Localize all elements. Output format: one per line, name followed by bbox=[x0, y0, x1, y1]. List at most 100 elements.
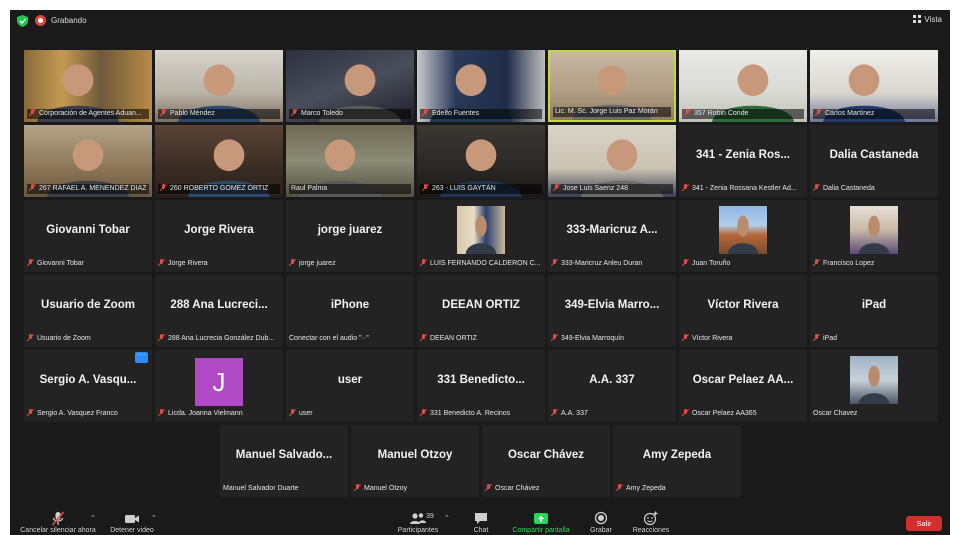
chat-button[interactable]: Chat bbox=[466, 511, 496, 534]
participant-name: 341 - Zenia Rossana Kestler Ad... bbox=[692, 185, 797, 192]
participant-name: Sergio A. Vasquez Franco bbox=[37, 410, 118, 417]
participant-tile[interactable]: jorge juarez jorge juarez bbox=[286, 200, 414, 272]
participant-tile[interactable]: 263 - LUIS GAYTÁN bbox=[417, 125, 545, 197]
smiley-plus-icon bbox=[643, 511, 658, 526]
meeting-toolbar: Cancelar silenciar ahora ⌃ Detener video… bbox=[10, 510, 950, 535]
participant-name: 357 Robin Conde bbox=[694, 110, 749, 117]
participant-tile[interactable]: Marco Toledo bbox=[286, 50, 414, 122]
reactions-button[interactable]: Reacciones bbox=[628, 511, 674, 534]
participant-name-label: Víctor Rivera bbox=[682, 334, 804, 344]
participant-name: 331 Benedicto A. Recinos bbox=[430, 410, 511, 417]
participants-label: Participantes bbox=[397, 527, 439, 534]
participant-tile[interactable]: Pablo Méndez bbox=[155, 50, 283, 122]
participant-tile[interactable]: Corporación de Agentes Aduan... bbox=[24, 50, 152, 122]
participant-tile[interactable]: Sergio A. Vasqu... ··· Sergio A. Vasquez F… bbox=[24, 350, 152, 422]
video-options-chevron-icon[interactable]: ⌃ bbox=[151, 514, 157, 522]
participant-name-label: Jorge Rivera bbox=[158, 259, 280, 269]
muted-microphone-icon bbox=[551, 409, 558, 416]
participant-display-name: iPad bbox=[861, 299, 887, 311]
audio-options-chevron-icon[interactable]: ⌃ bbox=[90, 514, 96, 522]
muted-microphone-icon bbox=[813, 184, 820, 191]
participant-tile[interactable]: user user bbox=[286, 350, 414, 422]
participant-name: Oscar Chavez bbox=[813, 410, 858, 417]
participant-name-label: 331 Benedicto A. Recinos bbox=[420, 409, 542, 419]
participant-name: A.A. 337 bbox=[561, 410, 588, 417]
participant-tile[interactable]: Amy Zepeda Amy Zepeda bbox=[613, 425, 741, 497]
participant-tile[interactable]: Manuel Otzoy Manuel Otzoy bbox=[351, 425, 479, 497]
more-options-button[interactable]: ··· bbox=[135, 351, 148, 363]
participant-tile[interactable]: iPhone Conectar con el audio "··" bbox=[286, 275, 414, 347]
participant-name: Carlos Martínez bbox=[825, 110, 875, 117]
participant-name-label: 267 RAFAEL A. MENENDEZ DIAZ bbox=[27, 184, 149, 194]
participant-tile[interactable]: A.A. 337 A.A. 337 bbox=[548, 350, 676, 422]
record-icon[interactable] bbox=[35, 15, 46, 26]
participants-button[interactable]: Participantes bbox=[390, 511, 446, 534]
participant-name: 267 RAFAEL A. MENENDEZ DIAZ bbox=[39, 185, 147, 192]
muted-microphone-icon bbox=[354, 484, 361, 491]
muted-microphone-icon bbox=[815, 109, 822, 116]
participant-name-label: Jose Luis Saenz 248 bbox=[551, 184, 673, 194]
participant-tile[interactable]: Juan Toruño bbox=[679, 200, 807, 272]
participant-tile[interactable]: Edelfo Fuentes bbox=[417, 50, 545, 122]
participant-name-label: Edelfo Fuentes bbox=[420, 109, 542, 119]
participant-tile[interactable]: J Licda. Joanna Vielmann bbox=[155, 350, 283, 422]
participant-name-label: Pablo Méndez bbox=[158, 109, 280, 119]
muted-microphone-icon bbox=[291, 109, 298, 116]
participant-tile[interactable]: Manuel Salvado... Manuel Salvador Duarte bbox=[220, 425, 348, 497]
participant-name: Jorge Rivera bbox=[168, 260, 208, 267]
participant-tile[interactable]: 333-Maricruz A... 333-Maricruz Anleu Dura… bbox=[548, 200, 676, 272]
participant-tile[interactable]: Víctor Rivera Víctor Rivera bbox=[679, 275, 807, 347]
record-circle-icon bbox=[594, 511, 608, 525]
record-button[interactable]: Grabar bbox=[586, 511, 616, 534]
participant-tile[interactable]: 349-Elvia Marro... 349-Elvia Marroquín bbox=[548, 275, 676, 347]
participant-tile[interactable]: Raul Palma bbox=[286, 125, 414, 197]
video-label: Detener video bbox=[110, 527, 154, 534]
view-button[interactable]: Vista bbox=[913, 15, 942, 24]
participant-tile[interactable]: Oscar Chávez Oscar Chávez bbox=[482, 425, 610, 497]
person-silhouette-icon bbox=[858, 215, 890, 254]
participant-name: Oscar Pelaez AA365 bbox=[692, 410, 757, 417]
muted-microphone-icon bbox=[422, 109, 429, 116]
participant-tile[interactable]: DEEAN ORTIZ DEEAN ORTIZ bbox=[417, 275, 545, 347]
participant-tile[interactable]: Giovanni Tobar Giovanni Tobar bbox=[24, 200, 152, 272]
person-silhouette-icon bbox=[727, 215, 759, 254]
participant-tile[interactable]: 267 RAFAEL A. MENENDEZ DIAZ bbox=[24, 125, 152, 197]
participant-tile[interactable]: 331 Benedicto... 331 Benedicto A. Recinos bbox=[417, 350, 545, 422]
participant-tile[interactable]: 260 ROBERTO GOMEZ ORTIZ bbox=[155, 125, 283, 197]
participant-name-label: jorge juarez bbox=[289, 259, 411, 269]
participant-display-name: Manuel Otzoy bbox=[377, 449, 453, 461]
participant-name: LUIS FERNANDO CALDERON C... bbox=[430, 260, 541, 267]
participant-display-name: Jorge Rivera bbox=[184, 224, 254, 236]
participant-display-name: A.A. 337 bbox=[589, 374, 635, 386]
participant-tile[interactable]: Dalia Castaneda Dalia Castaneda bbox=[810, 125, 938, 197]
participant-name-label: Sergio A. Vasquez Franco bbox=[27, 409, 149, 419]
shield-icon[interactable] bbox=[17, 15, 28, 27]
participant-profile-photo bbox=[850, 206, 898, 254]
participant-name-label: 288 Ana Lucrecia González Dub... bbox=[158, 334, 280, 344]
participant-tile[interactable]: Lic. M. Sc. Jorge Luis Paz Morán bbox=[548, 50, 676, 122]
participant-tile[interactable]: LUIS FERNANDO CALDERON C... bbox=[417, 200, 545, 272]
participant-name-label: Raul Palma bbox=[289, 184, 411, 194]
participant-tile[interactable]: Usuario de Zoom Usuario de Zoom bbox=[24, 275, 152, 347]
reactions-label: Reacciones bbox=[632, 527, 670, 534]
participant-tile[interactable]: Jorge Rivera Jorge Rivera bbox=[155, 200, 283, 272]
participant-name: 263 - LUIS GAYTÁN bbox=[432, 185, 496, 192]
leave-meeting-button[interactable]: Salir bbox=[906, 516, 942, 531]
muted-microphone-icon bbox=[51, 511, 65, 526]
participant-tile[interactable]: Jose Luis Saenz 248 bbox=[548, 125, 676, 197]
share-screen-button[interactable]: Compartir pantalla bbox=[506, 511, 576, 534]
mute-label: Cancelar silenciar ahora bbox=[20, 527, 96, 534]
participant-tile[interactable]: Francisco Lopez bbox=[810, 200, 938, 272]
participant-name-label: 260 ROBERTO GOMEZ ORTIZ bbox=[158, 184, 280, 194]
muted-microphone-icon bbox=[485, 484, 492, 491]
participant-tile[interactable]: 341 - Zenia Ros... 341 - Zenia Rossana Ke… bbox=[679, 125, 807, 197]
participant-tile[interactable]: Oscar Chavez bbox=[810, 350, 938, 422]
participants-chevron-icon[interactable]: ⌃ bbox=[444, 514, 450, 522]
participant-name: iPad bbox=[823, 335, 838, 342]
participant-tile[interactable]: 288 Ana Lucreci... 288 Ana Lucrecia Gonzá… bbox=[155, 275, 283, 347]
participant-tile[interactable]: Carlos Martínez bbox=[810, 50, 938, 122]
participant-tile[interactable]: Oscar Pelaez AA... Oscar Pelaez AA365 bbox=[679, 350, 807, 422]
top-bar: Grabando Vista bbox=[10, 10, 950, 32]
participant-tile[interactable]: iPad iPad bbox=[810, 275, 938, 347]
participant-tile[interactable]: 357 Robin Conde bbox=[679, 50, 807, 122]
